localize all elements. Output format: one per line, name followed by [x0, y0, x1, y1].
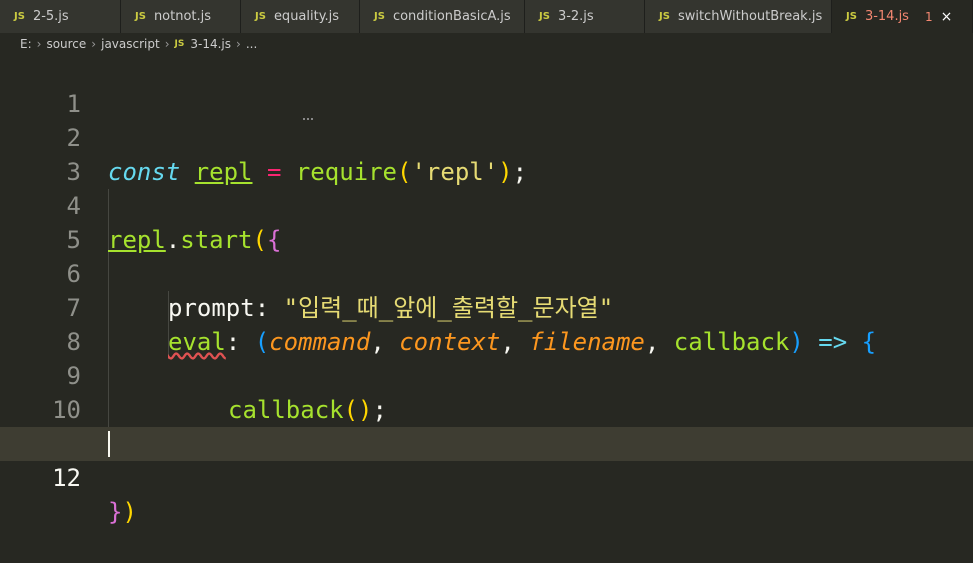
js-file-icon: JS: [659, 11, 670, 22]
tab-3-2-js[interactable]: JS 3-2.js: [525, 0, 645, 33]
code-text: }): [108, 495, 137, 529]
tab-label: equality.js: [273, 9, 340, 24]
problem-count-badge: 1: [924, 9, 933, 24]
tab-label: notnot.js: [153, 9, 212, 24]
chevron-right-icon: ›: [236, 37, 241, 51]
code-editor[interactable]: 1 2 const repl = require('repl'); 3 4 re…: [0, 53, 973, 526]
js-file-icon: JS: [846, 11, 857, 22]
breadcrumb-file[interactable]: 3-14.js: [190, 37, 231, 51]
js-file-icon: JS: [255, 11, 266, 22]
code-line-1: 1: [0, 53, 973, 118]
breadcrumb-javascript[interactable]: javascript: [101, 37, 160, 51]
code-line-11: 11: [0, 393, 973, 458]
paren-token: ): [122, 498, 137, 526]
breadcrumb: E: › source › javascript › JS 3-14.js › …: [0, 33, 973, 55]
tab-conditionbasica-js[interactable]: JS conditionBasicA.js: [360, 0, 525, 33]
breadcrumb-source[interactable]: source: [46, 37, 86, 51]
code-line-4: 4 repl.start({: [0, 155, 973, 254]
hint-dots: [303, 115, 313, 120]
code-line-8: 8: [0, 291, 973, 356]
tab-label: 3-2.js: [557, 9, 594, 24]
js-file-icon: JS: [174, 39, 185, 49]
brace-token: }: [108, 498, 123, 526]
text-cursor: [108, 431, 110, 457]
tab-label: switchWithoutBreak.js: [677, 9, 823, 24]
close-icon[interactable]: ×: [941, 9, 953, 25]
tab-3-14-js[interactable]: JS 3-14.js 1 ×: [832, 0, 973, 33]
code-line-12: 12 }): [0, 427, 973, 526]
tab-notnot-js[interactable]: JS notnot.js: [121, 0, 241, 33]
chevron-right-icon: ›: [91, 37, 97, 51]
breadcrumb-drive[interactable]: E:: [20, 37, 32, 51]
line-number: 12: [52, 464, 81, 492]
tab-label: 3-14.js: [864, 9, 909, 24]
code-line-7: 7 eval: (command, context, filename, cal…: [0, 257, 973, 356]
breadcrumb-symbol[interactable]: ...: [246, 37, 257, 51]
tab-equality-js[interactable]: JS equality.js: [241, 0, 360, 33]
code-line-6: 6 prompt: "입력_때_앞에_출력할_문자열": [0, 223, 973, 322]
editor-tab-bar: JS 2-5.js JS notnot.js JS equality.js JS…: [0, 0, 973, 33]
js-file-icon: JS: [135, 11, 146, 22]
js-file-icon: JS: [14, 11, 25, 22]
code-line-5: 5: [0, 189, 973, 254]
tab-switchwithoutbreak-js[interactable]: JS switchWithoutBreak.js: [645, 0, 832, 33]
tab-2-5-js[interactable]: JS 2-5.js: [0, 0, 121, 33]
code-line-3: 3: [0, 121, 973, 186]
js-file-icon: JS: [374, 11, 385, 22]
tab-label: 2-5.js: [32, 9, 69, 24]
code-line-9: 9 callback();: [0, 325, 973, 424]
js-file-icon: JS: [539, 11, 550, 22]
code-line-2: 2 const repl = require('repl');: [0, 87, 973, 186]
chevron-right-icon: ›: [36, 37, 42, 51]
code-line-10: 10 }: [0, 359, 973, 458]
chevron-right-icon: ›: [164, 37, 170, 51]
tab-label: conditionBasicA.js: [392, 9, 511, 24]
